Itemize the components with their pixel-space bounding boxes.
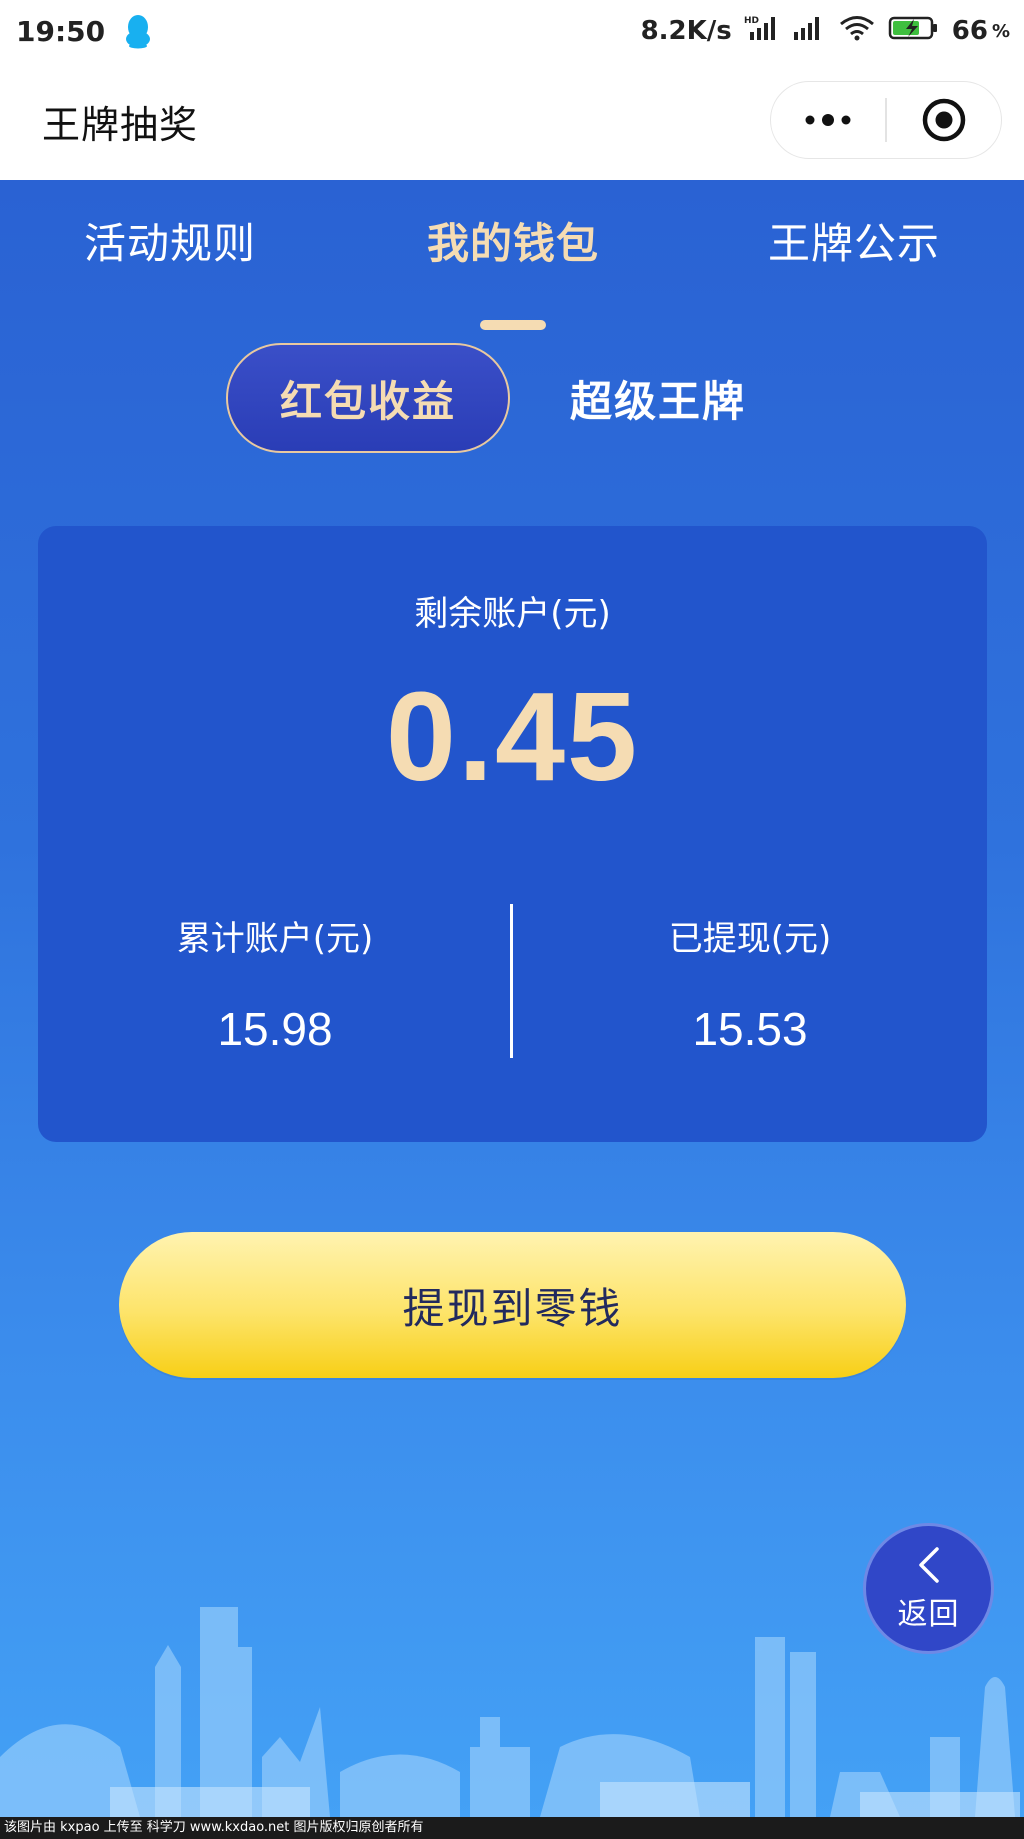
status-time: 19:50 [16, 14, 106, 48]
miniprogram-capsule [770, 81, 1002, 159]
subtab-super-ace[interactable]: 超级王牌 [570, 343, 746, 453]
battery-unit: % [991, 20, 1010, 42]
withdrawn-amount: 已提现(元) 15.53 [513, 911, 987, 1056]
sub-tabs: 红包收益 超级王牌 [0, 343, 1024, 455]
status-right: 8.2K/s HD 66 % [641, 14, 1010, 49]
top-tabs: 活动规则 我的钱包 王牌公示 [0, 210, 1024, 330]
total-balance-value: 15.98 [217, 1003, 333, 1055]
withdrawn-value: 15.53 [692, 1003, 808, 1055]
status-bar: 19:50 8.2K/s HD 66 % [0, 0, 1024, 62]
more-button[interactable] [771, 82, 885, 158]
subtab-red-packet-income[interactable]: 红包收益 [226, 343, 510, 453]
battery-icon [888, 14, 940, 49]
watermark-footer: 该图片由 kxpao 上传至 科学刀 www.kxdao.net 图片版权归原创… [0, 1817, 1024, 1839]
page-title: 王牌抽奖 [42, 102, 199, 147]
tab-my-wallet[interactable]: 我的钱包 [427, 210, 599, 271]
main-content: 活动规则 我的钱包 王牌公示 红包收益 超级王牌 剩余账户(元) 0.45 累计… [0, 180, 1024, 1839]
total-balance-label: 累计账户(元) [176, 919, 374, 959]
tab-ace-announcement[interactable]: 王牌公示 [768, 210, 940, 271]
withdraw-to-change-button[interactable]: 提现到零钱 [119, 1232, 906, 1378]
active-tab-indicator [480, 320, 546, 330]
svg-text:HD: HD [744, 16, 759, 26]
total-balance: 累计账户(元) 15.98 [38, 911, 512, 1056]
title-bar: 王牌抽奖 [0, 62, 1024, 180]
wallet-card: 剩余账户(元) 0.45 累计账户(元) 15.98 已提现(元) 15.53 [38, 526, 987, 1142]
remaining-balance-value: 0.45 [385, 666, 640, 807]
status-left: 19:50 [16, 13, 153, 49]
hd-signal-icon: HD [744, 14, 780, 49]
wifi-icon [838, 14, 876, 49]
remaining-balance-label: 剩余账户(元) [414, 594, 611, 634]
withdrawn-label: 已提现(元) [668, 919, 832, 959]
close-miniprogram-button[interactable] [887, 82, 1001, 158]
net-speed: 8.2K/s [640, 16, 732, 46]
more-dots-icon [805, 114, 851, 126]
chevron-left-icon [918, 1546, 939, 1583]
qq-penguin-icon [123, 13, 153, 49]
city-skyline-illustration [0, 1607, 1020, 1817]
tab-activity-rules[interactable]: 活动规则 [84, 210, 256, 271]
battery-level: 66 [951, 16, 988, 46]
target-close-icon [922, 98, 966, 142]
signal-icon [792, 14, 826, 49]
